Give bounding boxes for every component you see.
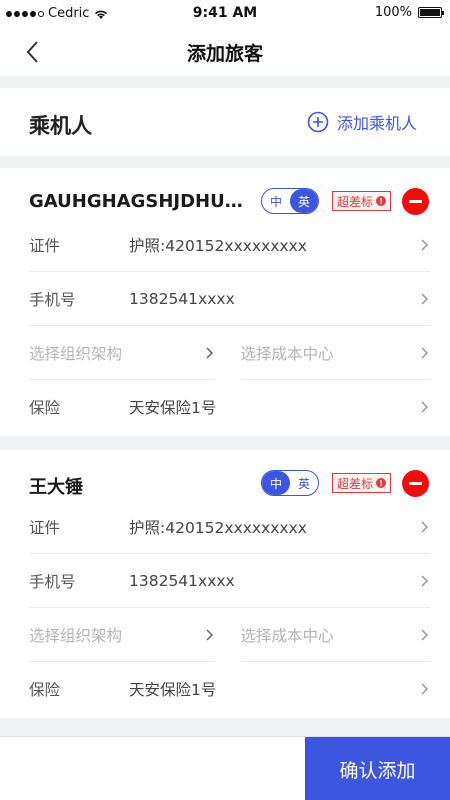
toggle-zh[interactable]: 中 (262, 189, 290, 213)
cost-placeholder: 选择成本中心 (240, 626, 334, 645)
phone-value: 1382541xxxx (129, 289, 235, 308)
chevron-right-icon (421, 238, 429, 251)
chevron-right-icon (421, 292, 429, 305)
org-cost-row: 选择组织架构 选择成本中心 (29, 608, 430, 662)
language-toggle[interactable]: 中 英 (261, 470, 319, 496)
phone-value: 1382541xxxx (129, 571, 235, 590)
passenger-name: GAUHGHAGSHJDHUHJSDHJ (29, 191, 251, 212)
org-cost-row: 选择组织架构 选择成本中心 (29, 326, 430, 380)
toggle-zh[interactable]: 中 (262, 471, 290, 495)
chevron-right-icon (421, 628, 429, 641)
cost-center-selector[interactable]: 选择成本中心 (240, 326, 430, 380)
remove-icon (409, 482, 422, 485)
chevron-right-icon (421, 520, 429, 533)
badge-label: 超差标 (337, 194, 374, 209)
insurance-label: 保险 (29, 681, 61, 699)
section-title: 乘机人 (29, 114, 92, 138)
language-toggle[interactable]: 中 英 (261, 188, 319, 214)
id-label: 证件 (29, 236, 61, 255)
passenger-card: GAUHGHAGSHJDHUHJSDHJ 中 英 超差标 ! 证件 护照:420… (0, 168, 450, 436)
chevron-right-icon (421, 401, 429, 413)
add-passenger-button[interactable]: 添加乘机人 (307, 110, 417, 134)
confirm-add-button[interactable]: 确认添加 (305, 737, 450, 800)
status-bar: Cedric 9:41 AM 100% (0, 0, 450, 28)
id-value: 护照:420152xxxxxxxxx (129, 236, 307, 255)
add-passenger-label: 添加乘机人 (336, 114, 417, 133)
remove-passenger-button[interactable] (402, 188, 429, 215)
phone-row[interactable]: 手机号 1382541xxxx (29, 554, 430, 608)
badge-label: 超差标 (337, 476, 374, 491)
insurance-row[interactable]: 保险 天安保险1号 (29, 662, 430, 716)
chevron-right-icon (205, 628, 213, 641)
toggle-en[interactable]: 英 (290, 471, 318, 495)
cost-center-selector[interactable]: 选择成本中心 (240, 608, 430, 662)
org-selector[interactable]: 选择组织架构 (29, 608, 215, 662)
chevron-right-icon (205, 346, 213, 359)
over-standard-badge: 超差标 ! (332, 473, 392, 493)
chevron-right-icon (421, 574, 429, 587)
passenger-name: 王大锤 (29, 477, 83, 498)
back-chevron-icon[interactable] (20, 38, 48, 66)
phone-row[interactable]: 手机号 1382541xxxx (29, 272, 430, 326)
phone-label: 手机号 (29, 290, 76, 309)
passenger-card: 王大锤 中 英 超差标 ! 证件 护照:420152xxxxxxxxx 手机号 … (0, 450, 450, 718)
id-row[interactable]: 证件 护照:420152xxxxxxxxx (29, 500, 430, 554)
org-placeholder: 选择组织架构 (29, 344, 123, 363)
page-title: 添加旅客 (186, 43, 263, 65)
battery-icon (418, 7, 444, 18)
id-row[interactable]: 证件 护照:420152xxxxxxxxx (29, 218, 430, 272)
bottom-bar: 确认添加 (0, 736, 450, 800)
alert-icon: ! (376, 478, 387, 488)
id-value: 护照:420152xxxxxxxxx (129, 518, 307, 537)
org-placeholder: 选择组织架构 (29, 626, 123, 645)
insurance-label: 保险 (29, 399, 61, 417)
id-label: 证件 (29, 518, 61, 537)
passenger-section-header: 乘机人 添加乘机人 (0, 88, 450, 156)
toggle-en[interactable]: 英 (290, 189, 318, 213)
over-standard-badge: 超差标 ! (332, 191, 392, 211)
add-circle-icon (307, 111, 329, 133)
cost-placeholder: 选择成本中心 (240, 344, 334, 363)
status-right: 100% (374, 5, 444, 20)
org-selector[interactable]: 选择组织架构 (29, 326, 215, 380)
insurance-value: 天安保险1号 (129, 681, 217, 699)
chevron-right-icon (421, 346, 429, 359)
insurance-row[interactable]: 保险 天安保险1号 (29, 380, 430, 434)
remove-passenger-button[interactable] (402, 470, 429, 497)
nav-bar: 添加旅客 (0, 28, 450, 76)
chevron-right-icon (421, 683, 429, 695)
battery-percent: 100% (374, 5, 412, 20)
phone-label: 手机号 (29, 572, 76, 591)
alert-icon: ! (376, 196, 387, 206)
insurance-value: 天安保险1号 (129, 399, 217, 417)
remove-icon (409, 200, 422, 203)
